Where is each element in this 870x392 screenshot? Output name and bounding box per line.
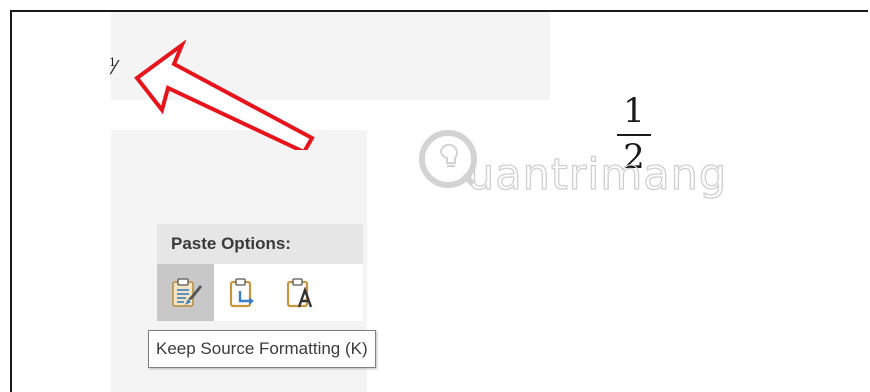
merge-formatting-icon — [229, 277, 254, 307]
document-canvas: 1⁄ 1 2 uantrimang Paste Options: — [10, 10, 868, 392]
paste-options-buttons — [157, 264, 363, 321]
fraction-numerator: 1 — [623, 91, 645, 131]
paste-options-header: Paste Options: — [157, 224, 363, 264]
small-fraction-text: 1⁄ — [109, 56, 116, 79]
keep-source-formatting-button[interactable] — [157, 264, 214, 321]
watermark-text: uantrimang — [466, 149, 728, 200]
red-arrow-annotation — [134, 40, 315, 150]
paste-option-tooltip: Keep Source Formatting (K) — [148, 330, 376, 368]
keep-text-only-button[interactable] — [271, 264, 328, 321]
keep-text-only-icon — [286, 277, 312, 307]
merge-formatting-button[interactable] — [214, 264, 271, 321]
paste-options-panel: Paste Options: — [157, 224, 363, 321]
fraction-bar — [617, 134, 651, 136]
keep-source-formatting-icon — [171, 277, 202, 307]
